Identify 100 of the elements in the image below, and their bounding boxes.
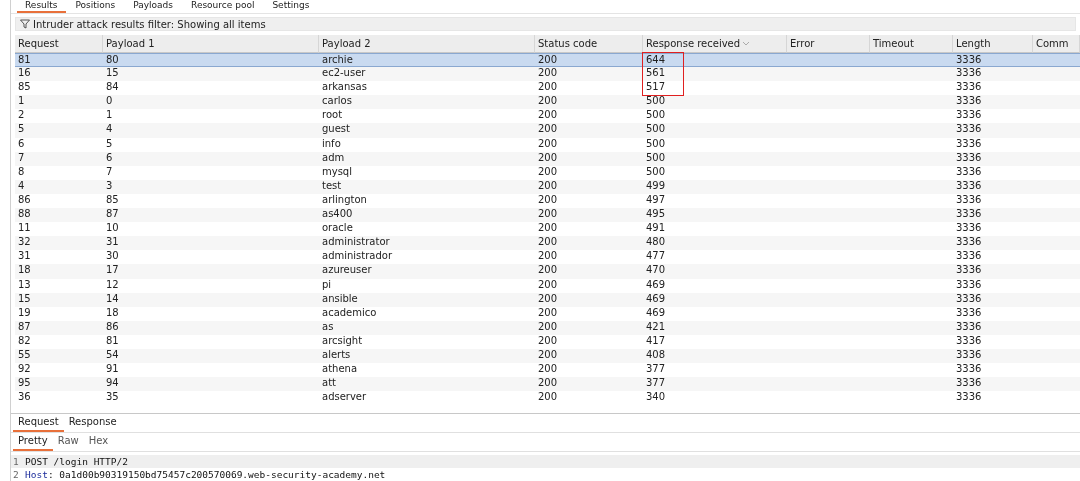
table-cell-text: 200: [537, 109, 559, 123]
table-cell-text: 470: [645, 264, 667, 278]
table-cell-text: 3336: [955, 320, 983, 334]
table-cell-text: 3336: [955, 278, 983, 292]
table-cell-text: 408: [645, 348, 667, 362]
column-header[interactable]: Timeout: [870, 35, 953, 53]
table-cell-text: 491: [645, 222, 667, 236]
column-header[interactable]: Payload 2: [319, 35, 535, 53]
table-cell-text: 30: [105, 250, 120, 264]
table-cell-text: 3336: [955, 151, 983, 165]
table-row[interactable]: 1 0 carlos 200 500 3336: [15, 95, 1080, 110]
column-header[interactable]: Error: [787, 35, 870, 53]
table-cell-text: carlos: [321, 95, 353, 109]
column-header[interactable]: Length: [953, 35, 1033, 53]
table-cell-text: administrator: [321, 236, 391, 250]
table-row[interactable]: 88 87 as400 200 495 3336: [15, 208, 1080, 223]
column-header[interactable]: Request: [15, 35, 103, 53]
column-header[interactable]: Status code: [535, 35, 643, 53]
table-cell-text: 8: [17, 165, 26, 179]
table-cell-text: 200: [537, 222, 559, 236]
table-row[interactable]: 18 17 azureuser 200 470 3336: [15, 264, 1080, 279]
code-text: Host: [25, 468, 48, 481]
table-cell-text: 3336: [955, 208, 983, 222]
table-cell-text: 200: [537, 236, 559, 250]
table-cell-text: 500: [645, 165, 667, 179]
table-cell-text: 55: [17, 348, 32, 362]
table-cell-text: 200: [537, 334, 559, 348]
table-cell-text: 3336: [955, 391, 983, 405]
table-cell-text: 200: [537, 81, 559, 95]
table-cell-text: 500: [645, 137, 667, 151]
tab[interactable]: Resource pool: [183, 0, 263, 13]
table-cell-text: 495: [645, 208, 667, 222]
filter-bar[interactable]: Intruder attack results filter: Showing all items: [15, 17, 1076, 31]
tab[interactable]: Response: [63, 414, 122, 432]
table-cell-text: 3336: [955, 348, 983, 362]
tab[interactable]: Hex: [83, 433, 114, 451]
tab[interactable]: Settings: [264, 0, 318, 13]
table-cell-text: 13: [17, 278, 32, 292]
table-cell-text: 5: [105, 137, 114, 151]
table-cell-text: mysql: [321, 165, 353, 179]
table-cell-text: 499: [645, 179, 667, 193]
table-cell-text: 477: [645, 250, 667, 264]
code-text: : 0a1d00b90319150bd75457c200570069.web-security-academy.net: [47, 468, 386, 481]
table-cell-text: 200: [537, 137, 559, 151]
table-cell-text: 12: [105, 278, 120, 292]
table-cell-text: 500: [645, 109, 667, 123]
table-cell-text: arlington: [321, 193, 368, 207]
table-row[interactable]: 32 31 administrator 200 480 3336: [15, 236, 1080, 251]
table-cell-text: 85: [17, 81, 32, 95]
line-number: 1: [12, 455, 20, 468]
tab[interactable]: Results: [17, 0, 66, 13]
table-row[interactable]: 16 15 ec2-user 200 561 3336: [15, 67, 1080, 82]
table-cell-text: 31: [105, 236, 120, 250]
tab[interactable]: Request: [13, 414, 64, 432]
sort-icon: [743, 41, 750, 46]
tab[interactable]: Pretty: [13, 433, 53, 451]
column-header[interactable]: Response received: [643, 35, 787, 53]
table-cell-text: 340: [645, 391, 667, 405]
table-cell-text: 6: [17, 137, 26, 151]
table-cell-text: 54: [105, 348, 120, 362]
table-cell-text: ansible: [321, 292, 359, 306]
table-cell-text: 3336: [955, 334, 983, 348]
table-cell-text: 3336: [955, 193, 983, 207]
column-header[interactable]: Payload 1: [103, 35, 319, 53]
tab[interactable]: Payloads: [125, 0, 182, 13]
code-text: POST /login HTTP/2: [25, 455, 128, 468]
table-cell-text: 3336: [955, 236, 983, 250]
table-cell-text: 87: [17, 320, 32, 334]
table-row[interactable]: 81 80 archie 200 644 3336: [15, 53, 1080, 68]
table-cell-text: 7: [17, 151, 26, 165]
table-cell-text: 200: [537, 377, 559, 391]
table-cell-text: 7: [105, 165, 114, 179]
table-cell-text: 2: [17, 109, 26, 123]
table-cell-text: 497: [645, 193, 667, 207]
table-cell-text: 3336: [955, 377, 983, 391]
table-cell-text: oracle: [321, 222, 354, 236]
tab[interactable]: Positions: [67, 0, 124, 13]
table-row[interactable]: 5 4 guest 200 500 3336: [15, 123, 1080, 138]
table-cell-text: 18: [105, 306, 120, 320]
table-cell-text: adserver: [321, 391, 368, 405]
table-cell-text: 4: [105, 123, 114, 137]
table-cell-text: 3336: [955, 264, 983, 278]
table-cell-text: 200: [537, 278, 559, 292]
table-cell-text: as: [321, 320, 335, 334]
table-cell-text: 200: [537, 123, 559, 137]
table-cell-text: 200: [537, 306, 559, 320]
table-cell-text: 200: [537, 250, 559, 264]
table-row[interactable]: 95 94 att 200 377 3336: [15, 377, 1080, 392]
column-header[interactable]: Comm: [1033, 35, 1080, 53]
table-cell-text: 3336: [955, 250, 983, 264]
table-cell-text: 3336: [955, 95, 983, 109]
table-cell-text: 200: [537, 208, 559, 222]
tab[interactable]: Raw: [52, 433, 84, 451]
table-cell-text: 95: [17, 377, 32, 391]
table-cell-text: 469: [645, 278, 667, 292]
table-cell-text: 200: [537, 179, 559, 193]
table-cell-text: 500: [645, 123, 667, 137]
table-cell-text: 200: [537, 391, 559, 405]
table-cell-text: 200: [537, 264, 559, 278]
table-cell-text: 469: [645, 292, 667, 306]
